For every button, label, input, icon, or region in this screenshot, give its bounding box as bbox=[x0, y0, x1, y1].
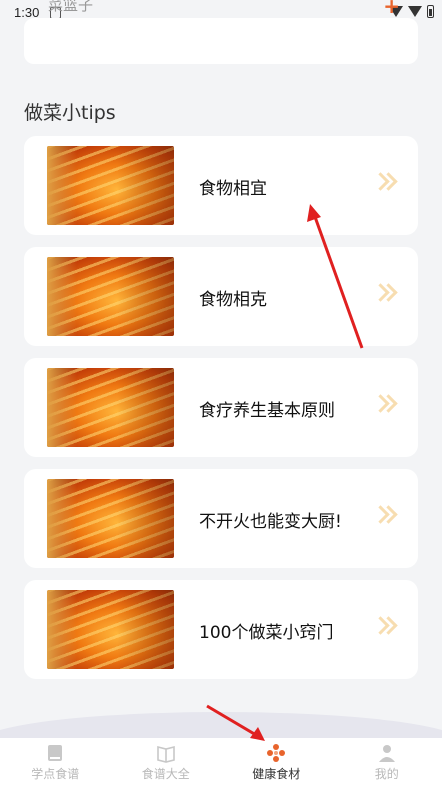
double-chevron-right-icon bbox=[371, 616, 398, 640]
tab-mine[interactable]: 我的 bbox=[332, 738, 442, 787]
tab-label: 健康食材 bbox=[252, 767, 301, 781]
tip-thumbnail bbox=[47, 257, 174, 336]
double-chevron-right-icon bbox=[371, 283, 398, 307]
tip-label: 食物相克 bbox=[199, 290, 267, 310]
signal-icon bbox=[408, 6, 422, 17]
tip-thumbnail bbox=[47, 368, 174, 447]
ingredients-icon bbox=[267, 744, 286, 762]
open-book-icon bbox=[156, 745, 175, 763]
add-icon[interactable]: + bbox=[383, 0, 400, 18]
book-filled-icon bbox=[48, 745, 63, 761]
tab-recipe-collection[interactable]: 食谱大全 bbox=[111, 738, 222, 787]
battery-icon bbox=[427, 5, 434, 18]
basket-card[interactable] bbox=[24, 18, 418, 64]
tab-healthy-ingredients[interactable]: 健康食材 bbox=[221, 738, 332, 787]
tab-learn-recipes[interactable]: 学点食谱 bbox=[0, 738, 111, 787]
tip-card[interactable]: 食疗养生基本原则 bbox=[24, 358, 418, 457]
basket-title: 菜篮子 bbox=[48, 0, 94, 14]
tip-thumbnail bbox=[47, 590, 174, 669]
tip-card[interactable]: 不开火也能变大厨! bbox=[24, 469, 418, 568]
tip-label: 不开火也能变大厨! bbox=[199, 512, 342, 532]
tab-label: 食谱大全 bbox=[141, 767, 190, 781]
double-chevron-right-icon bbox=[371, 505, 398, 529]
tip-thumbnail bbox=[47, 146, 174, 225]
tip-card[interactable]: 食物相克 bbox=[24, 247, 418, 346]
tab-label: 我的 bbox=[374, 767, 399, 781]
double-chevron-right-icon bbox=[371, 172, 398, 196]
tip-label: 食疗养生基本原则 bbox=[199, 401, 335, 421]
tip-thumbnail bbox=[47, 479, 174, 558]
section-title: 做菜小tips bbox=[24, 102, 116, 124]
user-icon bbox=[378, 745, 395, 762]
bottom-tab-bar: 学点食谱 食谱大全 健康食材 我的 bbox=[0, 738, 442, 787]
tab-label: 学点食谱 bbox=[31, 767, 80, 781]
tip-label: 100个做菜小窍门 bbox=[199, 623, 334, 643]
tip-label: 食物相宜 bbox=[199, 179, 267, 199]
double-chevron-right-icon bbox=[371, 394, 398, 418]
tip-card[interactable]: 食物相宜 bbox=[24, 136, 418, 235]
tip-card[interactable]: 100个做菜小窍门 bbox=[24, 580, 418, 679]
